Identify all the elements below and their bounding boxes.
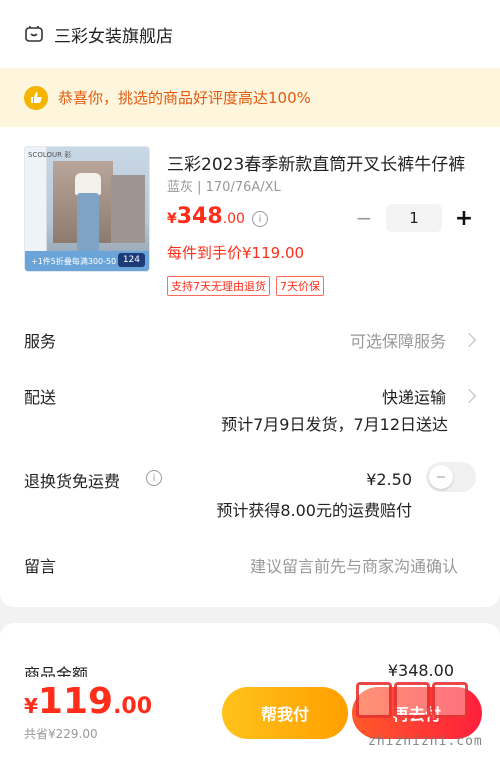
price-decimal: .00 (222, 211, 245, 227)
thumbs-up-icon (24, 85, 48, 110)
return-shipping-label: 退换货免运费 (24, 472, 121, 491)
image-model-top (75, 173, 101, 195)
return-shipping-toggle[interactable] (426, 462, 476, 492)
banner-text: 恭喜你，挑选的商品好评度高达100% (58, 89, 311, 107)
delivery-value[interactable]: 快递运输 (382, 384, 446, 408)
product-spec[interactable]: 蓝灰 | 170/76A/XL (167, 176, 281, 195)
service-label: 服务 (24, 332, 57, 351)
increase-button[interactable]: + (452, 206, 476, 231)
image-model-jeans (77, 193, 99, 255)
total-currency: ¥ (24, 694, 38, 718)
image-brand: SCOLOUR 彩 (28, 151, 72, 159)
message-input[interactable]: 建议留言前先与商家沟通确认 (250, 553, 458, 577)
order-card: 三彩女装旗舰店 恭喜你，挑选的商品好评度高达100% SCOLOUR 彩 +1件… (0, 0, 500, 607)
info-icon[interactable]: i (146, 470, 162, 486)
return-shipping-note: 预计获得8.00元的运费赔付 (216, 501, 412, 520)
toggle-knob (429, 465, 453, 489)
product-image[interactable]: SCOLOUR 彩 +1件5折叠每满300-50 124 (24, 146, 150, 272)
saved-amount: 共省¥229.00 (24, 727, 98, 741)
checkout-bar: ¥ 119 .00 共省¥229.00 帮我付 再去付 (0, 677, 500, 761)
service-value[interactable]: 可选保障服务 (350, 328, 446, 352)
info-icon[interactable]: i (252, 211, 268, 227)
shop-icon (25, 26, 43, 42)
image-building-side (111, 175, 145, 243)
product-price: ¥ 348 .00 (167, 204, 245, 229)
image-side-strip (25, 147, 47, 251)
price-currency: ¥ (167, 211, 177, 227)
image-tag: 124 (117, 253, 145, 267)
delivery-label: 配送 (24, 388, 57, 407)
message-label: 留言 (24, 557, 57, 576)
badge-return: 支持7天无理由退货 (167, 276, 270, 296)
delivery-estimate: 预计7月9日发货，7月12日送达 (221, 415, 448, 434)
praise-banner: 恭喜你，挑选的商品好评度高达100% (0, 68, 500, 127)
total-decimal: .00 (113, 694, 153, 719)
per-item-price: 每件到手价¥119.00 (167, 244, 305, 262)
pay-button[interactable]: 再去付 (352, 687, 482, 739)
badge-list: 支持7天无理由退货 7天价保 (167, 276, 324, 296)
total-price: ¥ 119 .00 (24, 681, 152, 722)
badge-price-protect: 7天价保 (276, 276, 324, 296)
product-item: SCOLOUR 彩 +1件5折叠每满300-50 124 三彩2023春季新款直… (24, 146, 476, 296)
total-integer: 119 (37, 681, 114, 722)
return-shipping-price: ¥2.50 (366, 470, 412, 489)
shop-name: 三彩女装旗舰店 (54, 26, 173, 47)
price-integer: 348 (176, 204, 223, 229)
product-title[interactable]: 三彩2023春季新款直筒开叉长裤牛仔裤 (167, 150, 477, 175)
quantity-stepper: − 1 + (352, 204, 476, 232)
help-pay-button[interactable]: 帮我付 (222, 687, 348, 739)
chevron-right-icon[interactable] (461, 388, 477, 404)
quantity-input[interactable]: 1 (386, 204, 442, 232)
shop-header[interactable]: 三彩女装旗舰店 (0, 0, 500, 68)
chevron-right-icon[interactable] (461, 332, 477, 348)
decrease-button[interactable]: − (352, 206, 376, 230)
